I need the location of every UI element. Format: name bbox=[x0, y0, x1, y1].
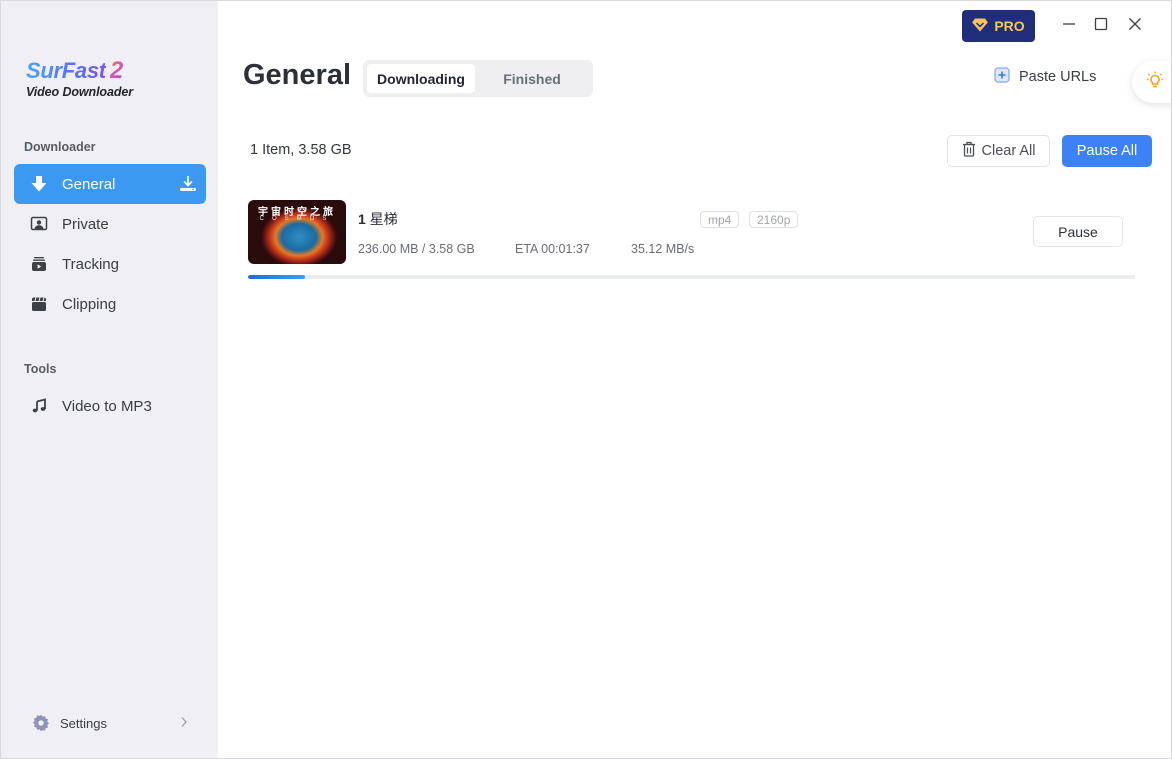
private-user-icon bbox=[30, 215, 48, 233]
app-logo: SurFast 2 Video Downloader bbox=[26, 57, 133, 99]
page-title: General bbox=[243, 59, 351, 91]
tab-switcher: Downloading Finished bbox=[363, 60, 593, 97]
lightbulb-icon bbox=[1145, 70, 1165, 95]
pro-upgrade-button[interactable]: PRO bbox=[962, 10, 1035, 42]
tracking-video-icon bbox=[30, 255, 48, 273]
sidebar-item-label: Video to MP3 bbox=[62, 397, 152, 415]
pause-all-button[interactable]: Pause All bbox=[1062, 135, 1152, 167]
download-name: 星梯 bbox=[369, 211, 398, 227]
tab-downloading[interactable]: Downloading bbox=[367, 64, 475, 93]
settings-button[interactable]: Settings bbox=[14, 706, 206, 740]
resolution-badge: 2160p bbox=[749, 211, 799, 228]
logo-version: 2 bbox=[109, 57, 124, 84]
clear-all-label: Clear All bbox=[981, 143, 1036, 159]
trash-icon bbox=[962, 141, 976, 161]
logo-subtitle: Video Downloader bbox=[26, 85, 133, 99]
download-eta: ETA 00:01:37 bbox=[515, 242, 590, 256]
download-progress-bar bbox=[248, 275, 1135, 279]
maximize-icon bbox=[1094, 17, 1108, 36]
diamond-icon bbox=[972, 18, 989, 35]
thumbnail-title-en: COSMOS bbox=[259, 216, 335, 222]
paste-urls-button[interactable]: Paste URLs bbox=[994, 67, 1096, 87]
sidebar-item-private[interactable]: Private bbox=[14, 204, 206, 244]
tab-finished[interactable]: Finished bbox=[475, 64, 589, 93]
settings-label: Settings bbox=[60, 715, 107, 731]
pause-button[interactable]: Pause bbox=[1033, 216, 1123, 247]
gear-icon bbox=[32, 714, 50, 732]
clear-all-button[interactable]: Clear All bbox=[947, 135, 1050, 167]
sidebar-item-label: Private bbox=[62, 215, 109, 233]
sidebar: SurFast 2 Video Downloader Downloader Gen… bbox=[1, 1, 218, 758]
close-button[interactable] bbox=[1124, 15, 1146, 37]
download-index: 1 bbox=[358, 211, 366, 227]
sidebar-item-general[interactable]: General bbox=[14, 164, 206, 204]
section-label-tools: Tools bbox=[24, 362, 57, 376]
maximize-button[interactable] bbox=[1090, 15, 1112, 37]
logo-title: SurFast bbox=[26, 58, 106, 83]
plus-square-icon bbox=[994, 67, 1010, 87]
download-summary: 1 Item, 3.58 GB bbox=[250, 142, 352, 158]
download-progress-fill bbox=[248, 275, 305, 279]
sidebar-item-video-to-mp3[interactable]: Video to MP3 bbox=[14, 386, 206, 426]
pro-label: PRO bbox=[994, 18, 1025, 34]
clapperboard-icon bbox=[30, 295, 48, 313]
tips-button[interactable] bbox=[1132, 61, 1171, 103]
download-tray-icon bbox=[179, 175, 197, 193]
paste-urls-label: Paste URLs bbox=[1019, 69, 1097, 85]
section-label-downloader: Downloader bbox=[24, 140, 96, 154]
sidebar-item-clipping[interactable]: Clipping bbox=[14, 284, 206, 324]
download-size-progress: 236.00 MB / 3.58 GB bbox=[358, 242, 475, 256]
download-arrow-icon bbox=[30, 175, 48, 193]
chevron-right-icon bbox=[180, 716, 188, 731]
sidebar-item-tracking[interactable]: Tracking bbox=[14, 244, 206, 284]
close-icon bbox=[1128, 17, 1142, 36]
video-thumbnail[interactable]: 宇宙时空之旅 COSMOS bbox=[248, 200, 346, 264]
sidebar-item-label: General bbox=[62, 175, 116, 193]
app-window: SurFast 2 Video Downloader Downloader Gen… bbox=[0, 0, 1172, 759]
download-speed: 35.12 MB/s bbox=[631, 242, 695, 256]
sidebar-item-label: Tracking bbox=[62, 255, 119, 273]
download-title: 1 星梯 bbox=[358, 209, 398, 229]
sidebar-item-label: Clipping bbox=[62, 295, 117, 313]
minimize-button[interactable] bbox=[1058, 15, 1080, 37]
format-badge: mp4 bbox=[700, 211, 740, 228]
music-note-icon bbox=[30, 397, 48, 415]
minimize-icon bbox=[1062, 17, 1076, 36]
